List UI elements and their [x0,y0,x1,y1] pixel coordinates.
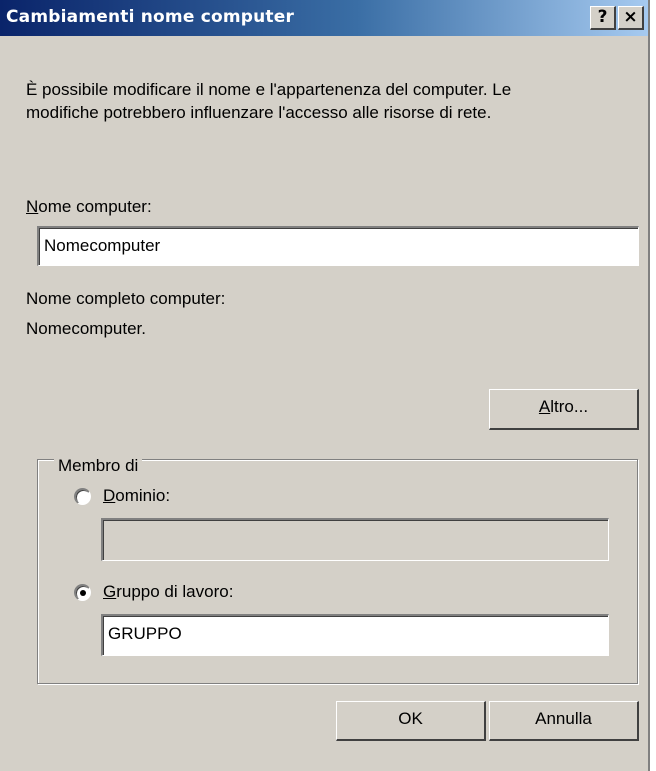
workgroup-radio-label[interactable]: Gruppo di lavoro: [103,581,233,603]
window-title: Cambiamenti nome computer [6,7,295,27]
description-line-2: modifiche potrebbero influenzare l'acces… [26,103,492,122]
member-of-label: Membro di [54,455,143,477]
more-button-accel: A [538,397,551,416]
title-bar[interactable]: Cambiamenti nome computer ? × [0,0,648,36]
computer-name-input[interactable]: Nomecomputer [37,226,639,266]
domain-radio[interactable] [74,488,91,505]
domain-input[interactable] [101,518,609,561]
dialog-window: Cambiamenti nome computer ? × È possibil… [0,0,650,771]
more-button-text: ltro... [550,397,589,416]
computer-name-label-text: ome computer: [38,197,152,216]
computer-name-label-accel: N [26,197,39,216]
more-button[interactable]: Altro... [489,389,639,430]
ok-button[interactable]: OK [336,701,486,741]
description-line-1: È possibile modificare il nome e l'appar… [26,80,512,99]
domain-radio-label[interactable]: Dominio: [103,485,170,507]
workgroup-label-accel: G [103,582,117,601]
full-name-value: Nomecomputer. [26,319,146,338]
cancel-button[interactable]: Annulla [489,701,639,741]
workgroup-label-text: ruppo di lavoro: [116,582,234,601]
domain-label-accel: D [103,486,116,505]
workgroup-radio[interactable] [74,584,91,601]
domain-label-text: ominio: [115,486,171,505]
workgroup-radio-dot [80,590,86,596]
computer-name-label: Nome computer: [26,196,152,218]
close-button[interactable]: × [618,6,644,30]
workgroup-input[interactable]: GRUPPO [101,614,609,656]
full-name-label: Nome completo computer: [26,289,226,308]
help-button[interactable]: ? [590,6,616,30]
